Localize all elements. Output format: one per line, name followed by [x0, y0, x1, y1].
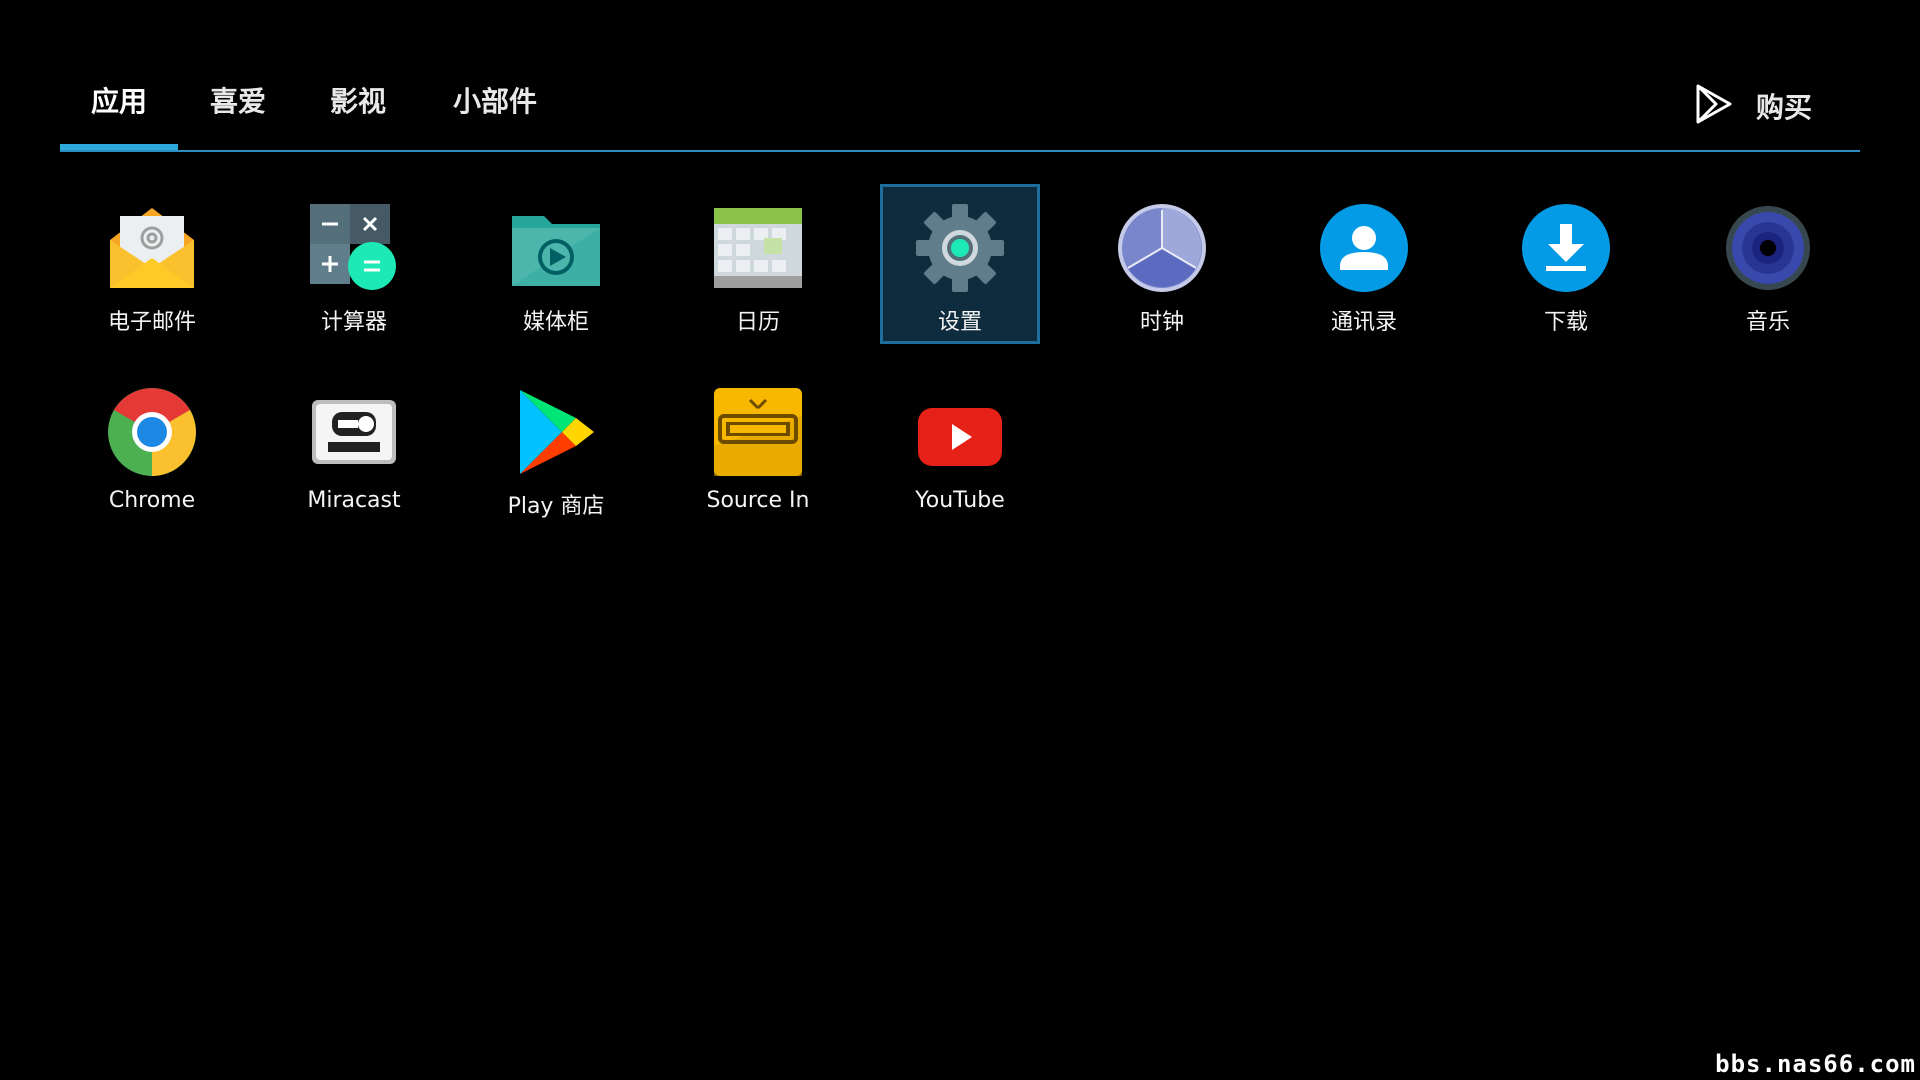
- app-label: Source In: [706, 488, 810, 513]
- app-settings[interactable]: 设置: [880, 184, 1040, 344]
- calendar-icon: [712, 202, 804, 294]
- hdmi-icon: [712, 386, 804, 478]
- tab-movies[interactable]: 影视: [308, 78, 408, 148]
- app-email[interactable]: 电子邮件: [72, 184, 232, 344]
- app-label: 计算器: [320, 310, 387, 335]
- app-label: 媒体柜: [522, 310, 589, 335]
- play-store-outline-icon: [1694, 83, 1734, 129]
- media-folder-icon: [510, 202, 602, 294]
- app-youtube[interactable]: YouTube: [880, 368, 1040, 528]
- youtube-icon: [914, 386, 1006, 478]
- wifi-display-icon: [308, 386, 400, 478]
- settings-gear-icon: [914, 202, 1006, 294]
- calculator-icon: [308, 202, 400, 294]
- app-label: Chrome: [108, 488, 196, 513]
- app-label: 设置: [937, 310, 982, 335]
- buy-button[interactable]: 购买: [1694, 82, 1812, 130]
- app-play-store[interactable]: Play 商店: [476, 368, 636, 528]
- play-store-icon: [510, 386, 602, 478]
- download-icon: [1520, 202, 1612, 294]
- app-chrome[interactable]: Chrome: [72, 368, 232, 528]
- app-label: YouTube: [915, 488, 1005, 513]
- app-music[interactable]: 音乐: [1688, 184, 1848, 344]
- app-label: Miracast: [307, 488, 401, 513]
- tab-divider: [60, 150, 1860, 152]
- watermark: bbs.nas66.com: [1715, 1050, 1916, 1078]
- app-miracast[interactable]: Miracast: [274, 368, 434, 528]
- app-clock[interactable]: 时钟: [1082, 184, 1242, 344]
- email-icon: [106, 202, 198, 294]
- chrome-icon: [106, 386, 198, 478]
- contacts-icon: [1318, 202, 1410, 294]
- buy-label: 购买: [1755, 91, 1812, 124]
- app-download[interactable]: 下载: [1486, 184, 1646, 344]
- app-source-in[interactable]: Source In: [678, 368, 838, 528]
- clock-icon: [1116, 202, 1208, 294]
- app-label: 下载: [1543, 310, 1588, 335]
- music-speaker-icon: [1722, 202, 1814, 294]
- app-label: 通讯录: [1330, 310, 1397, 335]
- app-label: 日历: [735, 310, 780, 335]
- tab-widgets[interactable]: 小部件: [440, 78, 550, 148]
- app-calculator[interactable]: 计算器: [274, 184, 434, 344]
- tab-apps[interactable]: 应用: [60, 78, 178, 148]
- app-label: 电子邮件: [107, 310, 196, 335]
- app-media-folder[interactable]: 媒体柜: [476, 184, 636, 344]
- app-calendar[interactable]: 日历: [678, 184, 838, 344]
- tab-favorites[interactable]: 喜爱: [188, 78, 288, 148]
- app-label: 时钟: [1139, 310, 1184, 335]
- app-label: Play 商店: [507, 494, 605, 519]
- app-contacts[interactable]: 通讯录: [1284, 184, 1444, 344]
- app-label: 音乐: [1745, 310, 1790, 335]
